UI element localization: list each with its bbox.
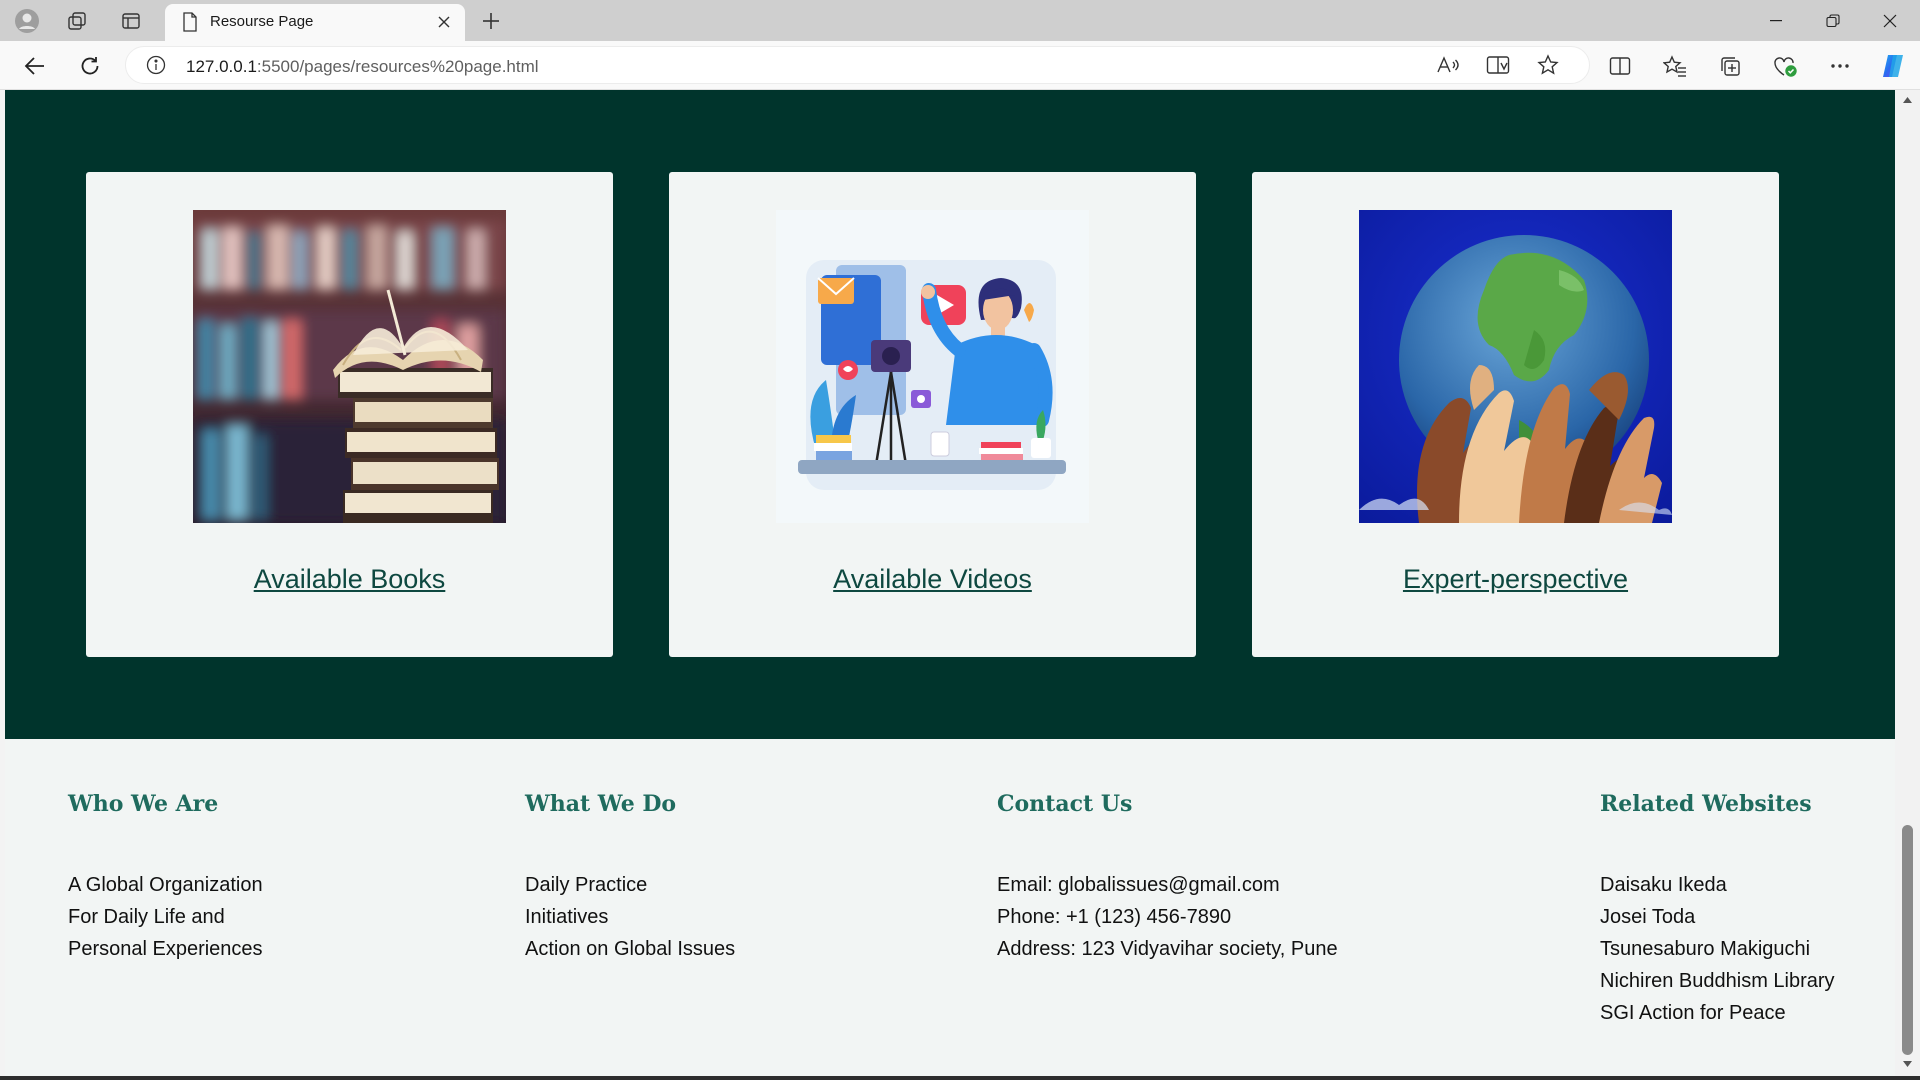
footer-list: Daisaku Ikeda Josei Toda Tsunesaburo Mak… — [1600, 869, 1835, 1029]
window-bottom-edge — [0, 1076, 1920, 1080]
window-close-icon[interactable] — [1867, 4, 1913, 38]
resource-card-expert: Expert-perspective — [1252, 172, 1779, 657]
list-item: For Daily Life and — [68, 906, 225, 928]
copilot-icon[interactable] — [1878, 51, 1908, 81]
url-text: 127.0.0.1:5500/pages/resources%20page.ht… — [186, 57, 539, 77]
video-creator-illustration — [776, 210, 1089, 523]
page-scrollbar[interactable] — [1895, 90, 1920, 1076]
minimize-icon[interactable] — [1753, 4, 1799, 38]
list-item: Action on Global Issues — [525, 938, 736, 960]
contact-phone: Phone: +1 (123) 456-7890 — [997, 906, 1232, 928]
url-field[interactable]: 127.0.0.1:5500/pages/resources%20page.ht… — [125, 46, 1590, 84]
related-link[interactable]: Tsunesaburo Makiguchi — [1600, 933, 1835, 965]
workspaces-icon[interactable] — [64, 8, 90, 34]
resources-section: Available Books Available Videos Expert-… — [5, 90, 1895, 739]
active-tab[interactable]: Resourse Page — [165, 4, 465, 41]
footer-list: Daily Practice Initiatives Action on Glo… — [525, 869, 735, 965]
immersive-reader-icon[interactable] — [1483, 50, 1513, 80]
books-photo — [193, 210, 506, 523]
footer-heading: Related Websites — [1600, 791, 1812, 817]
footer-related-websites: Related Websites Daisaku Ikeda Josei Tod… — [1600, 791, 1835, 1029]
footer-heading: Contact Us — [997, 791, 1133, 817]
footer-what-we-do: What We Do Daily Practice Initiatives Ac… — [525, 791, 735, 965]
contact-address: Address: 123 Vidyavihar society, Pune — [997, 938, 1338, 960]
available-videos-link[interactable]: Available Videos — [669, 564, 1196, 595]
list-item: A Global Organization — [68, 874, 263, 896]
info-icon[interactable] — [141, 50, 171, 80]
contact-email: Email: globalissues@gmail.com — [997, 874, 1280, 896]
url-host: 127.0.0.1 — [186, 57, 257, 76]
new-tab-icon[interactable] — [478, 8, 504, 34]
footer-heading: What We Do — [525, 791, 677, 817]
related-link[interactable]: Daisaku Ikeda — [1600, 869, 1835, 901]
resource-card-books: Available Books — [86, 172, 613, 657]
refresh-icon[interactable] — [75, 51, 105, 81]
expert-perspective-link[interactable]: Expert-perspective — [1252, 564, 1779, 595]
scrollbar-thumb[interactable] — [1902, 825, 1913, 1055]
restore-icon[interactable] — [1810, 4, 1856, 38]
split-screen-icon[interactable] — [1605, 51, 1635, 81]
favorites-icon[interactable] — [1660, 51, 1690, 81]
profile-icon[interactable] — [14, 8, 40, 34]
available-books-link[interactable]: Available Books — [86, 564, 613, 595]
hands-holding-globe-photo — [1359, 210, 1672, 523]
more-icon[interactable] — [1825, 51, 1855, 81]
related-link[interactable]: Nichiren Buddhism Library — [1600, 965, 1835, 997]
footer-contact-us: Contact Us Email: globalissues@gmail.com… — [997, 791, 1338, 965]
list-item: Daily Practice — [525, 874, 648, 896]
back-icon[interactable] — [20, 51, 50, 81]
page-icon — [177, 9, 203, 35]
footer-heading: Who We Are — [68, 791, 219, 817]
favorite-star-icon[interactable] — [1533, 50, 1563, 80]
tab-actions-icon[interactable] — [118, 8, 144, 34]
footer-list: Email: globalissues@gmail.com Phone: +1 … — [997, 869, 1338, 965]
footer-list: A Global Organization For Daily Life and… — [68, 869, 263, 965]
related-link[interactable]: SGI Action for Peace — [1600, 997, 1835, 1029]
footer-who-we-are: Who We Are A Global Organization For Dai… — [68, 791, 263, 965]
read-aloud-icon[interactable] — [1433, 50, 1463, 80]
resource-card-videos: Available Videos — [669, 172, 1196, 657]
collections-icon[interactable] — [1715, 51, 1745, 81]
page-content: Available Books Available Videos Expert-… — [5, 90, 1895, 1076]
list-item: Personal Experiences — [68, 938, 263, 960]
browser-address-bar: 127.0.0.1:5500/pages/resources%20page.ht… — [0, 41, 1920, 90]
browser-tab-bar: Resourse Page — [0, 0, 1920, 41]
close-icon[interactable] — [433, 11, 455, 33]
browser-essentials-icon[interactable] — [1770, 51, 1800, 81]
url-path: :5500/pages/resources%20page.html — [256, 57, 539, 76]
scroll-down-icon[interactable] — [1902, 1060, 1913, 1068]
tab-title: Resourse Page — [210, 13, 314, 30]
list-item: Initiatives — [525, 906, 609, 928]
scroll-up-icon[interactable] — [1902, 96, 1913, 104]
related-link[interactable]: Josei Toda — [1600, 901, 1835, 933]
